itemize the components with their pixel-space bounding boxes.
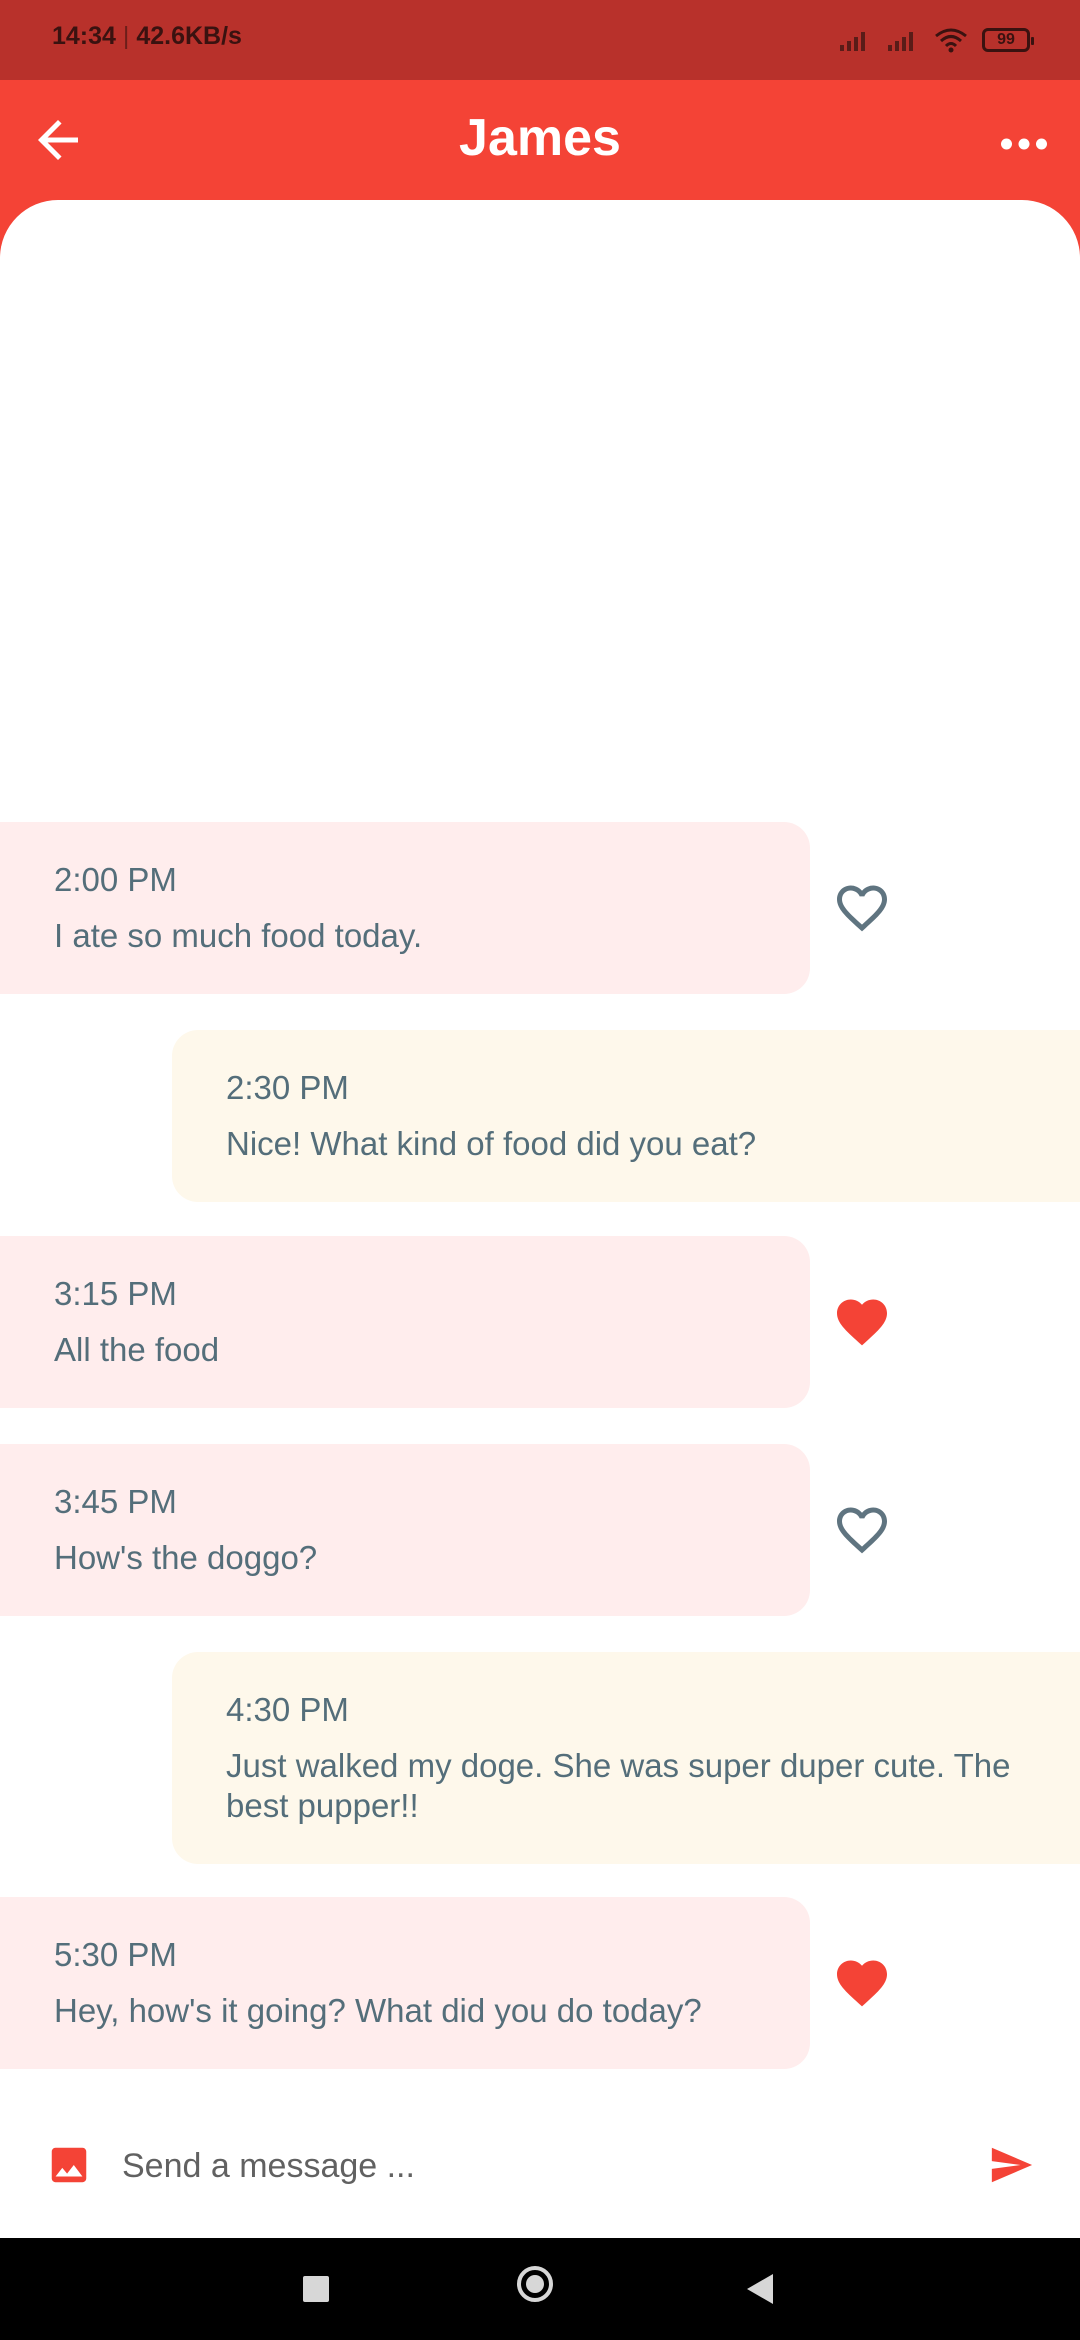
message-composer <box>0 2090 1080 2240</box>
like-button[interactable] <box>832 1500 892 1560</box>
system-back-button[interactable] <box>747 2274 773 2304</box>
status-net-speed: 42.6KB/s <box>136 22 242 50</box>
status-bar: 14:34 | 42.6KB/s 99 <box>0 0 1080 80</box>
message-incoming[interactable]: 3:45 PM How's the doggo? <box>0 1444 810 1616</box>
message-time: 5:30 PM <box>54 1936 177 1973</box>
status-time-speed: 14:34 | 42.6KB/s <box>52 22 242 50</box>
heart-filled-icon <box>837 1960 887 2007</box>
status-time: 14:34 <box>52 22 116 50</box>
message-outgoing[interactable]: 4:30 PM Just walked my doge. She was sup… <box>172 1652 1080 1864</box>
wifi-icon <box>935 28 967 53</box>
home-button[interactable] <box>517 2266 553 2302</box>
message-outgoing[interactable]: 2:30 PM Nice! What kind of food did you … <box>172 1030 1080 1202</box>
battery-level: 99 <box>997 31 1015 48</box>
battery-icon: 99 <box>982 28 1034 52</box>
page-title: James <box>459 109 621 167</box>
message-incoming[interactable]: 5:30 PM Hey, how's it going? What did yo… <box>0 1897 810 2069</box>
heart-outline-icon <box>837 1507 887 1554</box>
status-icons: 99 <box>838 24 1034 56</box>
message-incoming[interactable]: 2:00 PM I ate so much food today. <box>0 822 810 994</box>
image-icon <box>51 2147 87 2183</box>
chat-content[interactable]: 2:00 PM I ate so much food today. 2:30 P… <box>0 200 1080 2085</box>
message-text: Nice! What kind of food did you eat? <box>226 1125 757 1162</box>
recents-button[interactable] <box>303 2276 329 2302</box>
heart-filled-icon <box>837 1299 887 1346</box>
message-time: 3:15 PM <box>54 1275 177 1312</box>
like-button[interactable] <box>832 1953 892 2013</box>
send-icon <box>991 2147 1033 2183</box>
message-text: Just walked my doge. She was super duper… <box>226 1747 1011 1824</box>
like-button[interactable] <box>832 1292 892 1352</box>
send-button[interactable] <box>984 2142 1038 2188</box>
attach-photo-button[interactable] <box>46 2142 92 2188</box>
heart-outline-icon <box>837 885 887 932</box>
more-options-button[interactable] <box>994 114 1054 174</box>
like-button[interactable] <box>832 878 892 938</box>
more-horiz-icon <box>1001 138 1047 150</box>
message-time: 2:30 PM <box>226 1069 349 1106</box>
signal-icon <box>840 32 865 51</box>
message-time: 3:45 PM <box>54 1483 177 1520</box>
message-time: 4:30 PM <box>226 1691 349 1728</box>
message-text: Hey, how's it going? What did you do tod… <box>54 1992 702 2029</box>
message-time: 2:00 PM <box>54 861 177 898</box>
message-text: All the food <box>54 1331 220 1368</box>
signal-icon <box>888 32 913 51</box>
message-text: I ate so much food today. <box>54 917 423 954</box>
message-text: How's the doggo? <box>54 1539 318 1576</box>
system-nav-bar <box>0 2238 1080 2340</box>
message-incoming[interactable]: 3:15 PM All the food <box>0 1236 810 1408</box>
message-input[interactable] <box>120 2130 944 2202</box>
